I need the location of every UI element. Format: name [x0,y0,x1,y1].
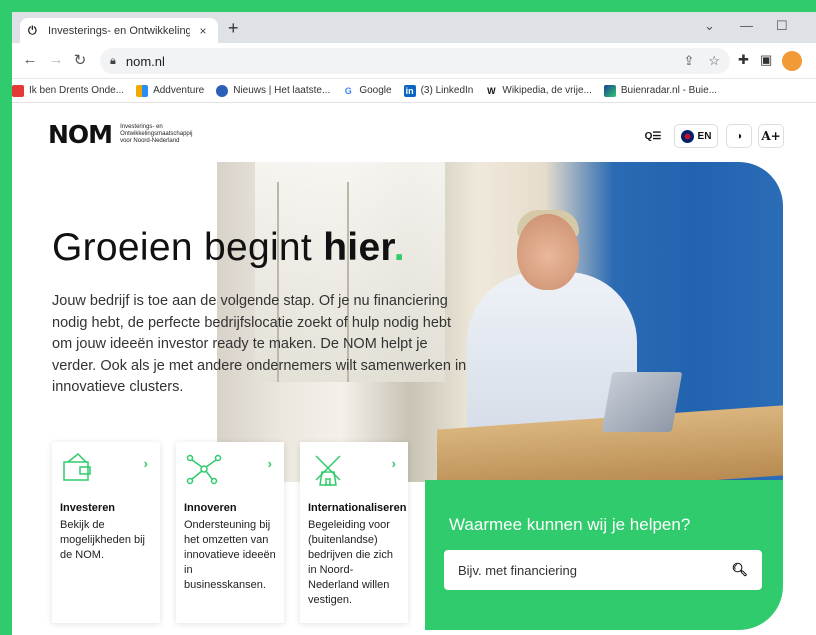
chevron-right-icon: › [267,456,272,471]
card-description: Ondersteuning bij het omzetten van innov… [184,519,276,591]
wallet-icon [63,452,91,481]
hero-title-bold: hier [323,226,394,269]
card-description: Begeleiding voor (buitenlandse) bedrijve… [308,519,393,606]
nieuws-icon [216,84,229,97]
reload-icon[interactable]: ↻ [70,51,90,69]
contrast-button[interactable]: ◑ [726,124,752,148]
font-size-button[interactable]: A+ [758,124,784,148]
url-text: nom.nl [125,53,165,69]
person-face [517,214,579,290]
new-tab-button[interactable]: + [228,18,239,38]
font-size-label: A+ [761,129,781,143]
search-icon[interactable]: 🔍︎ [731,562,748,578]
bookmarks-bar: Ik ben Drents Onde... Addventure Nieuws … [12,79,816,103]
laptop [601,372,683,432]
bookmark-label: (3) LinkedIn [420,85,474,96]
tab-close-icon[interactable]: × [196,24,210,38]
bookmark-item[interactable]: Ik ben Drents Onde... [12,84,125,97]
profile-avatar[interactable] [782,51,802,71]
share-icon[interactable]: ⇪ [683,53,694,69]
forward-arrow-icon[interactable]: → [46,51,66,68]
browser-window: ⏻ Investerings- en Ontwikkelingsm × + ⌄ … [12,12,816,635]
card-title: Internationaliseren [308,502,407,514]
buienradar-icon [603,84,616,97]
address-bar[interactable]: 🔒︎ nom.nl ⇪ ☆ [100,48,730,74]
card-internationaliseren[interactable]: › Internationaliseren Begeleiding voor (… [300,442,408,623]
extensions-icon[interactable]: ✚ [738,52,749,68]
logo-mark: NOM [48,120,113,149]
logo-line: Investerings- en [120,124,163,130]
help-search-box[interactable]: 🔍︎ [444,550,762,590]
wikipedia-icon: W [485,84,498,97]
bookmark-item[interactable]: Nieuws | Het laatste... [216,84,331,97]
side-panel-icon[interactable]: ▣ [760,52,772,68]
bookmark-item[interactable]: W Wikipedia, de vrije... [485,84,592,97]
chevron-right-icon: › [143,456,148,471]
bookmark-item[interactable]: Buienradar.nl - Buie... [603,84,718,97]
tab-strip: ⏻ Investerings- en Ontwikkelingsm × + ⌄ … [12,12,816,43]
webpage: NOM Investerings- en Ontwikkelingsmaatsc… [12,104,816,635]
logo-subtitle: Investerings- en Ontwikkelingsmaatschapp… [120,124,192,145]
help-search-input[interactable] [458,562,732,578]
chevron-right-icon: › [391,456,396,471]
lock-icon: 🔒︎ [110,54,116,67]
search-menu-button[interactable]: Q☰ [640,124,666,148]
hero-title: Groeien begint hier. [52,226,405,270]
tab-title: Investerings- en Ontwikkelingsm [48,24,190,37]
uk-flag-icon [680,129,694,143]
bookmark-label: Google [359,85,392,96]
browser-tab[interactable]: ⏻ Investerings- en Ontwikkelingsm × [20,18,218,43]
nom-favicon-icon: ⏻ [28,24,37,37]
search-menu-icon: Q☰ [644,130,662,142]
nom-logo[interactable]: NOM Investerings- en Ontwikkelingsmaatsc… [48,120,192,149]
linkedin-icon: in [403,84,416,97]
maximize-button[interactable]: ☐ [776,18,788,34]
card-title: Innoveren [184,502,237,514]
help-question: Waarmee kunnen wij je helpen? [449,515,691,534]
addventure-icon [136,84,149,97]
back-arrow-icon[interactable]: ← [20,51,40,68]
hero-title-text: Groeien begint [52,226,324,269]
bookmark-label: Wikipedia, de vrije... [502,85,592,96]
bookmark-item[interactable]: in (3) LinkedIn [403,84,474,97]
tab-search-icon[interactable]: ⌄ [704,18,715,34]
card-description: Bekijk de mogelijkheden bij de NOM. [60,519,145,561]
drents-bookmark-icon [12,84,24,97]
bookmark-item[interactable]: Addventure [136,84,205,97]
bookmark-label: Nieuws | Het laatste... [233,85,331,96]
windmill-icon [315,455,341,486]
hero-title-dot: . [393,226,405,269]
bookmark-label: Ik ben Drents Onde... [29,85,125,96]
network-icon [186,454,222,485]
hero-lead: Jouw bedrijf is toe aan de volgende stap… [52,293,467,395]
help-panel: Waarmee kunnen wij je helpen? 🔍︎ [425,480,783,630]
google-icon: G [342,84,355,97]
language-label: EN [697,130,712,142]
language-button[interactable]: EN [674,124,718,148]
logo-line: Ontwikkelingsmaatschappij [120,131,193,137]
bookmark-star-icon[interactable]: ☆ [708,53,720,69]
minimize-button[interactable]: — [740,18,753,33]
bookmark-label: Addventure [153,85,205,96]
card-title: Investeren [60,502,116,514]
contrast-icon: ◑ [735,130,743,142]
browser-toolbar: ← → ↻ 🔒︎ nom.nl ⇪ ☆ ✚ ▣ [12,43,816,79]
card-investeren[interactable]: › Investeren Bekijk de mogelijkheden bij… [52,442,160,623]
bookmark-label: Buienradar.nl - Buie... [620,85,718,96]
bookmark-item[interactable]: G Google [342,84,392,97]
card-innoveren[interactable]: › Innoveren Ondersteuning bij het omzett… [176,442,284,623]
logo-line: voor Noord-Nederland [120,138,180,144]
